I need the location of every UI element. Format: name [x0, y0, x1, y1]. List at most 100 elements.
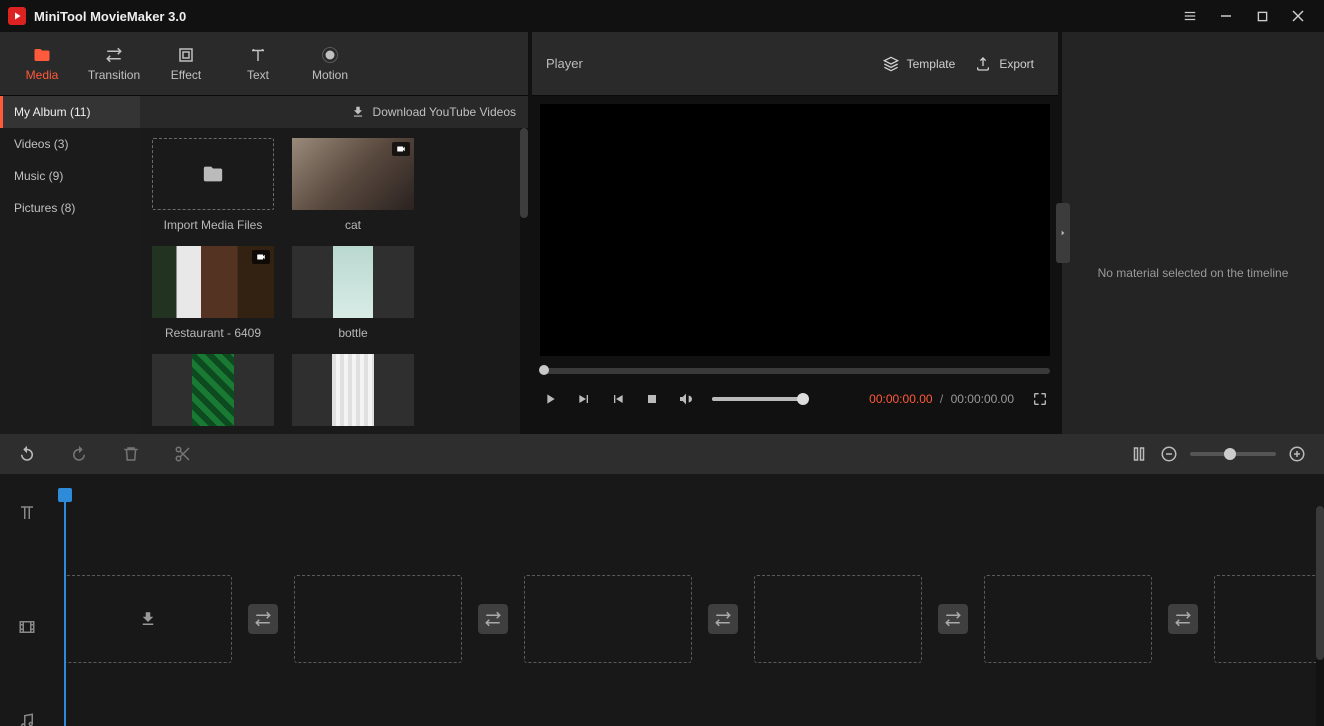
- expand-properties-button[interactable]: [1056, 203, 1070, 263]
- audio-track-icon[interactable]: [18, 712, 36, 726]
- stop-button[interactable]: [644, 391, 660, 407]
- delete-button[interactable]: [122, 445, 140, 463]
- media-thumb-partial-2[interactable]: [292, 354, 414, 426]
- sidebar-item-my-album[interactable]: My Album (11): [0, 96, 140, 128]
- export-icon: [975, 56, 991, 72]
- transition-slot[interactable]: [1152, 604, 1214, 634]
- media-thumb-partial-1[interactable]: [152, 354, 274, 426]
- video-badge-icon: [392, 142, 410, 156]
- timeline-scrollbar[interactable]: [1316, 506, 1324, 726]
- transition-slot[interactable]: [692, 604, 754, 634]
- maximize-button[interactable]: [1244, 0, 1280, 32]
- tab-motion-label: Motion: [312, 68, 348, 82]
- media-thumb-label: cat: [345, 218, 361, 232]
- video-badge-icon: [252, 250, 270, 264]
- timeline-fit-icon[interactable]: [1130, 445, 1148, 463]
- text-track-icon[interactable]: [18, 504, 36, 522]
- template-label: Template: [907, 57, 956, 71]
- current-time: 00:00:00.00: [869, 392, 932, 406]
- seek-bar[interactable]: [540, 368, 1050, 374]
- media-grid: Import Media Files cat: [140, 128, 528, 434]
- tab-motion[interactable]: Motion: [294, 32, 366, 96]
- timeline-slot[interactable]: [754, 575, 922, 663]
- player-panel: Player Template Export: [532, 32, 1058, 434]
- media-thumb-label: bottle: [338, 326, 367, 340]
- media-toolbar: Download YouTube Videos: [140, 96, 528, 128]
- zoom-slider[interactable]: [1190, 452, 1276, 456]
- media-thumb-restaurant[interactable]: Restaurant - 6409: [152, 246, 274, 340]
- total-time: 00:00:00.00: [951, 392, 1014, 406]
- timeline-slot[interactable]: [524, 575, 692, 663]
- timeline[interactable]: [0, 474, 1324, 726]
- media-scrollbar[interactable]: [520, 128, 528, 434]
- import-media-label: Import Media Files: [164, 218, 263, 232]
- motion-icon: [321, 46, 339, 64]
- download-icon: [351, 105, 365, 119]
- undo-button[interactable]: [18, 445, 36, 463]
- fullscreen-button[interactable]: [1032, 391, 1048, 407]
- export-button[interactable]: Export: [965, 46, 1044, 82]
- timecode: 00:00:00.00 / 00:00:00.00: [869, 392, 1014, 406]
- zoom-in-button[interactable]: [1288, 445, 1306, 463]
- video-preview[interactable]: [540, 104, 1050, 356]
- time-separator: /: [940, 392, 943, 406]
- timeline-slot[interactable]: [294, 575, 462, 663]
- zoom-out-button[interactable]: [1160, 445, 1178, 463]
- transition-slot[interactable]: [922, 604, 984, 634]
- playhead[interactable]: [64, 488, 66, 726]
- layers-icon: [883, 56, 899, 72]
- import-media-button[interactable]: Import Media Files: [152, 138, 274, 232]
- timeline-slot[interactable]: [1214, 575, 1324, 663]
- sidebar-item-videos[interactable]: Videos (3): [0, 128, 140, 160]
- transition-icon: [105, 46, 123, 64]
- app-logo-icon: [8, 7, 26, 25]
- transition-slot[interactable]: [462, 604, 524, 634]
- app-title: MiniTool MovieMaker 3.0: [34, 9, 186, 24]
- folder-icon: [33, 46, 51, 64]
- folder-import-icon: [202, 163, 224, 185]
- tab-text-label: Text: [247, 68, 269, 82]
- export-label: Export: [999, 57, 1034, 71]
- top-tabs: Media Transition Effect Text: [0, 32, 528, 96]
- properties-panel: No material selected on the timeline: [1062, 32, 1324, 434]
- video-track-icon[interactable]: [18, 618, 36, 636]
- download-youtube-link[interactable]: Download YouTube Videos: [373, 105, 516, 119]
- media-thumb-bottle[interactable]: bottle: [292, 246, 414, 340]
- volume-slider[interactable]: [712, 397, 804, 401]
- tab-media-label: Media: [26, 68, 59, 82]
- effect-icon: [177, 46, 195, 64]
- tab-text[interactable]: Text: [222, 32, 294, 96]
- title-bar: MiniTool MovieMaker 3.0: [0, 0, 1324, 32]
- play-button[interactable]: [542, 391, 558, 407]
- player-title: Player: [546, 56, 583, 71]
- media-panel: Media Transition Effect Text: [0, 32, 528, 434]
- transition-slot[interactable]: [232, 604, 294, 634]
- timeline-slot[interactable]: [64, 575, 232, 663]
- next-frame-button[interactable]: [610, 391, 626, 407]
- tab-effect-label: Effect: [171, 68, 201, 82]
- menu-icon[interactable]: [1172, 0, 1208, 32]
- properties-empty-message: No material selected on the timeline: [1062, 266, 1324, 280]
- tab-media[interactable]: Media: [6, 32, 78, 96]
- minimize-button[interactable]: [1208, 0, 1244, 32]
- close-button[interactable]: [1280, 0, 1316, 32]
- text-icon: [249, 46, 267, 64]
- timeline-toolbar: [0, 434, 1324, 474]
- drop-icon: [139, 610, 157, 628]
- split-button[interactable]: [174, 445, 192, 463]
- tab-transition[interactable]: Transition: [78, 32, 150, 96]
- tab-transition-label: Transition: [88, 68, 140, 82]
- prev-frame-button[interactable]: [576, 391, 592, 407]
- timeline-slot[interactable]: [984, 575, 1152, 663]
- video-track[interactable]: [64, 574, 1316, 664]
- volume-icon[interactable]: [678, 391, 694, 407]
- sidebar-item-music[interactable]: Music (9): [0, 160, 140, 192]
- player-controls: 00:00:00.00 / 00:00:00.00: [532, 374, 1058, 424]
- media-sidebar: My Album (11) Videos (3) Music (9) Pictu…: [0, 96, 140, 434]
- media-thumb-cat[interactable]: cat: [292, 138, 414, 232]
- sidebar-item-pictures[interactable]: Pictures (8): [0, 192, 140, 224]
- template-button[interactable]: Template: [873, 46, 966, 82]
- redo-button[interactable]: [70, 445, 88, 463]
- media-thumb-label: Restaurant - 6409: [165, 326, 261, 340]
- tab-effect[interactable]: Effect: [150, 32, 222, 96]
